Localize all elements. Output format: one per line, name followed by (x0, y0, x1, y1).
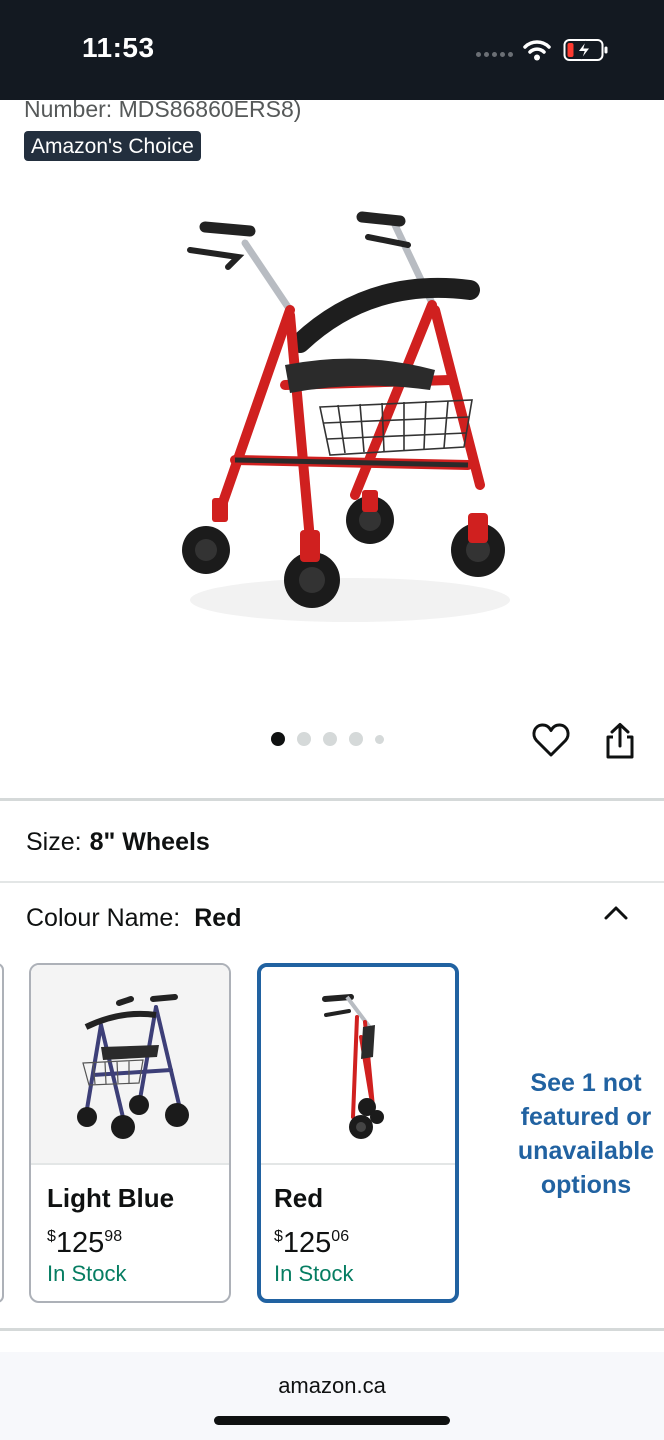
swatch-price: $12598 (47, 1227, 123, 1259)
product-image[interactable] (150, 195, 540, 645)
status-time: 11:53 (82, 32, 155, 63)
size-value: 8" Wheels (89, 828, 210, 856)
url-text[interactable]: amazon.ca (0, 1373, 664, 1399)
colour-label: Colour Name: (26, 904, 181, 932)
carousel-dot[interactable] (323, 732, 337, 746)
colour-value: Red (194, 904, 242, 932)
wifi-icon (523, 40, 551, 61)
colour-swatch-light-blue[interactable]: Light Blue $12598 In Stock (29, 963, 231, 1303)
colour-swatch-red[interactable]: Red $12506 In Stock (257, 963, 459, 1303)
carousel-dot[interactable] (375, 734, 384, 744)
section-divider (0, 881, 664, 883)
swatch-stock-status: In Stock (47, 1261, 127, 1286)
swatch-price: $12506 (274, 1227, 350, 1259)
swatch-stock-status: In Stock (274, 1261, 354, 1286)
chevron-up-icon[interactable] (602, 902, 630, 922)
share-icon[interactable] (603, 722, 637, 760)
size-selector[interactable]: Size: 8" Wheels (26, 828, 210, 857)
swatch-image (261, 967, 455, 1165)
amazons-choice-badge: Amazon's Choice (24, 131, 201, 161)
home-indicator[interactable] (214, 1416, 450, 1425)
size-label: Size: (26, 828, 82, 856)
image-carousel-dots[interactable] (271, 732, 384, 746)
colour-swatch-partial[interactable] (0, 963, 4, 1303)
battery-charging-icon (563, 39, 608, 61)
swatch-image (31, 965, 229, 1165)
signal-dots-icon (476, 52, 513, 57)
swatch-name: Red (274, 1183, 324, 1213)
colour-selector-header[interactable]: Colour Name: Red (26, 904, 241, 933)
see-unavailable-options-link[interactable]: See 1 not featured or unavailable option… (506, 1066, 664, 1202)
walker-red-folded-image (322, 994, 384, 1139)
heart-icon[interactable] (532, 722, 570, 758)
carousel-dot[interactable] (297, 732, 311, 746)
swatch-name: Light Blue (47, 1183, 175, 1213)
walker-blue-image (77, 994, 189, 1139)
section-divider (0, 1328, 664, 1331)
model-number-text: Number: MDS86860ERS8) (24, 96, 302, 122)
status-bar: 11:53 (0, 0, 664, 100)
carousel-dot-active[interactable] (271, 732, 285, 746)
section-divider (0, 798, 664, 801)
carousel-dot[interactable] (349, 732, 363, 746)
